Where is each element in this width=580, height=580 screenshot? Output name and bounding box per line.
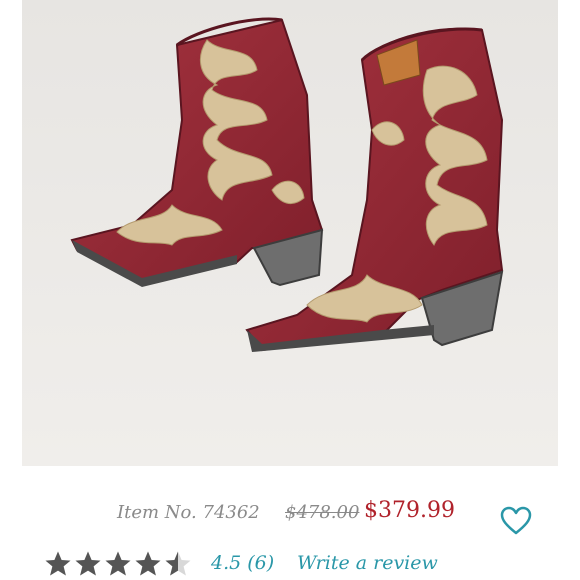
rating-summary[interactable]: 4.5 (6) xyxy=(211,552,274,574)
write-review-link[interactable]: Write a review xyxy=(297,552,438,574)
product-meta-row: Item No. 74362 $478.00 $379.99 xyxy=(0,496,580,536)
star-full-icon xyxy=(45,551,71,576)
rating-row: 4.5 (6) Write a review xyxy=(0,548,580,580)
star-full-icon xyxy=(75,551,101,576)
item-number: Item No. 74362 xyxy=(117,502,260,523)
product-image[interactable] xyxy=(22,0,558,466)
star-full-icon xyxy=(105,551,131,576)
heart-outline-icon[interactable] xyxy=(500,506,532,536)
boots-illustration xyxy=(22,0,558,466)
star-full-icon xyxy=(135,551,161,576)
star-half-icon xyxy=(165,551,191,576)
star-rating xyxy=(44,550,192,578)
sale-price: $379.99 xyxy=(364,498,455,523)
original-price: $478.00 xyxy=(285,502,360,523)
